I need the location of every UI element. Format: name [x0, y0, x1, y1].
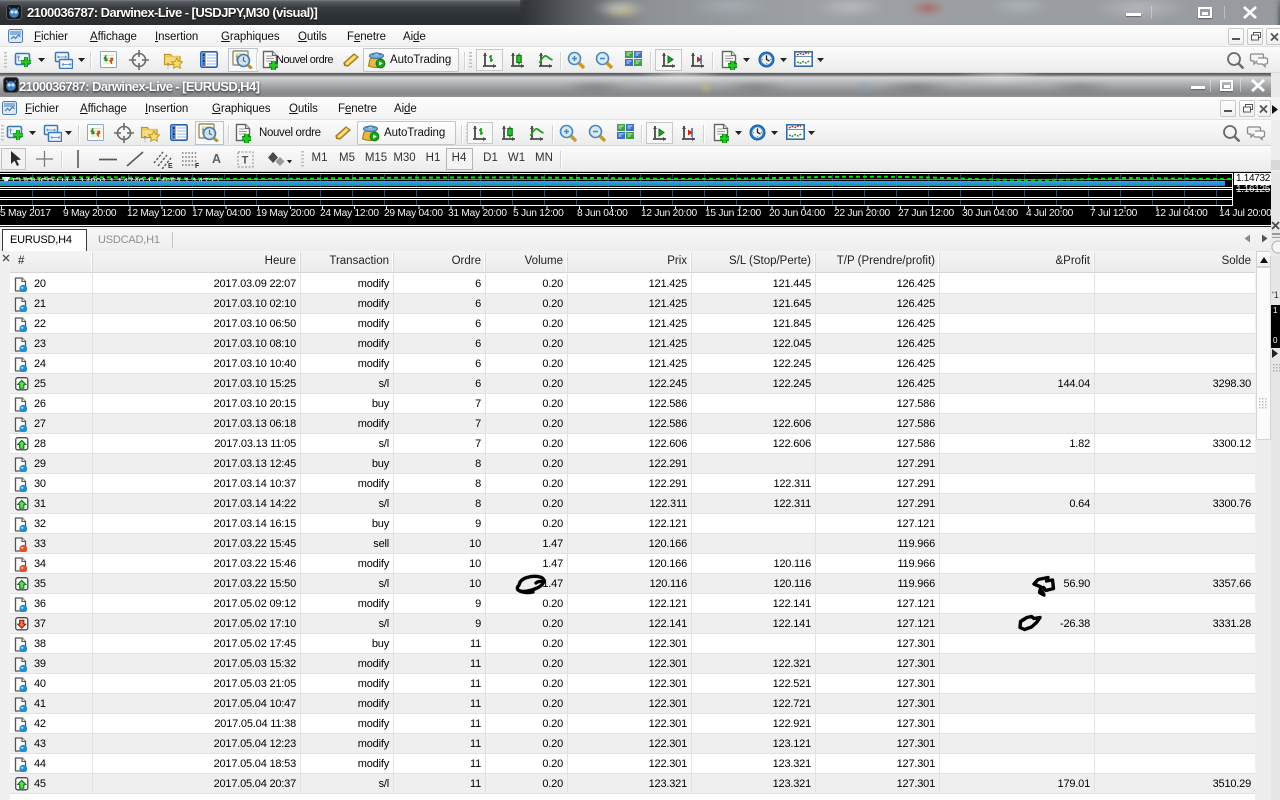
svg-text:T: T — [242, 155, 249, 167]
svg-text:F: F — [195, 163, 200, 169]
svg-text:E: E — [168, 163, 173, 169]
